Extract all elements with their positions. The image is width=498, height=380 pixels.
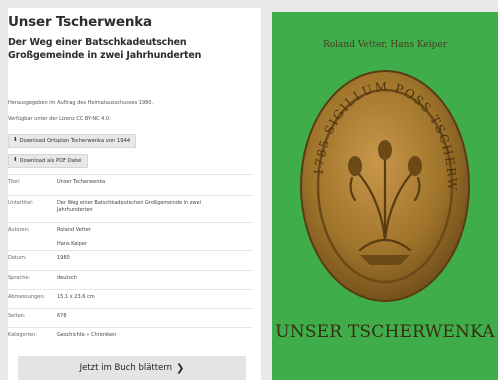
table-row: Kategorien: Geschichte » Chroniken: [8, 327, 253, 347]
download-plan-button[interactable]: ⬇ Download Ortsplan Tscherwenka von 1944: [8, 134, 137, 148]
download-icon: ⬇: [13, 157, 18, 164]
table-row: Autoren: Roland Vetter Hans Keiper: [8, 222, 253, 251]
meta-value-line: Roland Vetter: [57, 227, 91, 233]
meta-value: 15,1 x 23,6 cm: [57, 289, 253, 309]
table-row: Titel: Unser Tscherwenka: [8, 174, 253, 196]
meta-key: Untertitel:: [8, 195, 57, 223]
meta-key: Titel:: [8, 174, 57, 196]
table-row: Sprache: deutsch: [8, 270, 253, 290]
download-plan-label: Download Ortsplan Tscherwenka von 1944: [19, 138, 131, 144]
cover-title: UNSER TSCHERWENKA: [275, 322, 495, 342]
meta-value-line: Geschichte » Chroniken: [57, 332, 117, 338]
meta-key: Seiten:: [8, 308, 57, 328]
meta-value: Unser Tscherwenka: [57, 174, 253, 196]
metadata-table: Titel: Unser Tscherwenka Untertitel: Der…: [8, 174, 253, 347]
table-row: Untertitel: Der Weg einer Batschkadeutsc…: [8, 195, 253, 223]
cover-authors: Roland Vetter, Hans Keiper: [322, 40, 448, 50]
download-pdf-label: Download als PDF Datei: [19, 158, 82, 164]
table-row: Datum: 1980: [8, 250, 253, 271]
meta-value-line: Der Weg einer Batschkadeutschen Großgeme…: [57, 200, 201, 206]
meta-value-line: 1980: [57, 255, 70, 261]
meta-value: Geschichte » Chroniken: [57, 327, 253, 347]
meta-value: Der Weg einer Batschkadeutschen Großgeme…: [57, 195, 253, 223]
browse-book-label: Jetzt im Buch blättern: [79, 363, 173, 373]
download-icon: ⬇: [13, 137, 18, 144]
chevron-right-icon: ❯: [176, 362, 185, 374]
meta-value: 1980: [57, 250, 253, 271]
meta-key: Autoren:: [8, 222, 57, 251]
browse-book-button[interactable]: Jetzt im Buch blättern ❯: [18, 356, 246, 380]
meta-value: Roland Vetter Hans Keiper: [57, 222, 253, 251]
license-note: Verfügbar unter der Lizenz CC BY-NC 4.0.: [8, 116, 111, 122]
meta-value-line: Jahrhunderten: [57, 207, 93, 213]
meta-value-line: 678: [57, 313, 67, 319]
meta-value-line: Unser Tscherwenka: [57, 179, 106, 185]
meta-key: Sprache:: [8, 270, 57, 290]
seal-image: 1785 SIGILLUM POSS TSCHERWENKU: [300, 70, 470, 302]
meta-key: Kategorien:: [8, 327, 57, 347]
meta-key: Datum:: [8, 250, 57, 271]
meta-value: 678: [57, 308, 253, 328]
page-title: Unser Tscherwenka: [8, 14, 152, 30]
download-pdf-button[interactable]: ⬇ Download als PDF Datei: [8, 154, 88, 168]
meta-key: Abmessungen:: [8, 289, 57, 309]
table-row: Seiten: 678: [8, 308, 253, 328]
meta-value-line: 15,1 x 23,6 cm: [57, 294, 95, 300]
meta-value-line: deutsch: [57, 275, 77, 281]
page-subtitle: Der Weg einer Batschkadeutschen Großgeme…: [8, 37, 202, 61]
publisher-note: Herausgegeben im Auftrag des Heimataussc…: [8, 100, 154, 106]
table-row: Abmessungen: 15,1 x 23,6 cm: [8, 289, 253, 309]
meta-value-line: Hans Keiper: [57, 241, 87, 247]
book-cover[interactable]: Roland Vetter, Hans Keiper 1785 SIGILLUM…: [272, 12, 498, 380]
meta-value: deutsch: [57, 270, 253, 290]
